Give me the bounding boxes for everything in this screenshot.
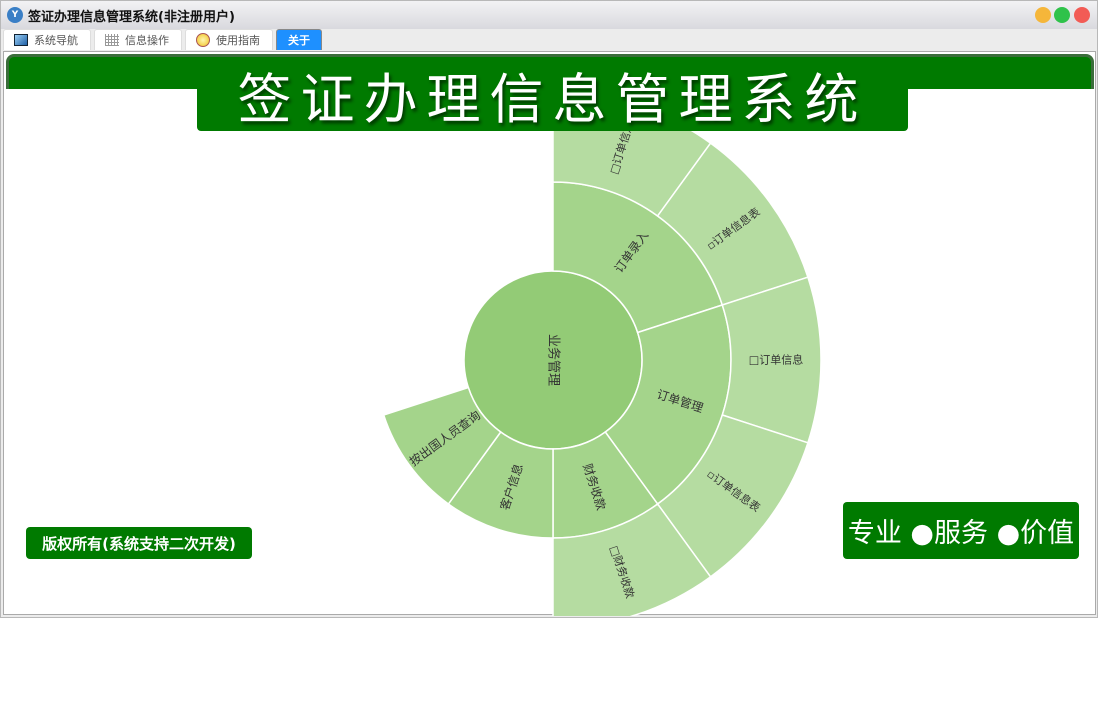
tab-user-guide[interactable]: 使用指南 [185,29,273,50]
bulb-icon [196,33,210,47]
sunburst-label: □订单信息 [749,353,803,367]
tab-label: 信息操作 [125,34,169,47]
grid-icon [105,34,119,46]
sunburst-label: 业务管理 [546,334,562,386]
title-bar: Y 签证办理信息管理系统(非注册用户) [1,1,1097,29]
tab-label: 关于 [288,34,310,47]
slogan-badge: 专业 ●服务 ●价值 [843,502,1079,559]
app-logo-icon: Y [7,7,23,23]
copyright-badge: 版权所有(系统支持二次开发) [26,527,252,559]
tab-label: 使用指南 [216,34,260,47]
close-button[interactable] [1074,7,1090,23]
monitor-icon [14,34,28,46]
minimize-button[interactable] [1035,7,1051,23]
tab-system-nav[interactable]: 系统导航 [3,29,91,50]
tab-label: 系统导航 [34,34,78,47]
tab-bar: 系统导航 信息操作 使用指南 关于 [1,29,322,50]
content-panel: 签证办理信息管理系统 业务管理 订单录入 □订单信息 ▫订单信息表 订单管理 □订单信息 ▫… [3,51,1096,616]
window-title: 签证办理信息管理系统(非注册用户) [28,9,235,25]
page-title: 签证办理信息管理系统 [197,58,908,131]
tab-about[interactable]: 关于 [276,29,322,50]
tab-info-ops[interactable]: 信息操作 [94,29,182,50]
maximize-button[interactable] [1054,7,1070,23]
app-window: Y 签证办理信息管理系统(非注册用户) 系统导航 信息操作 使用指南 关于 签证… [0,0,1098,618]
